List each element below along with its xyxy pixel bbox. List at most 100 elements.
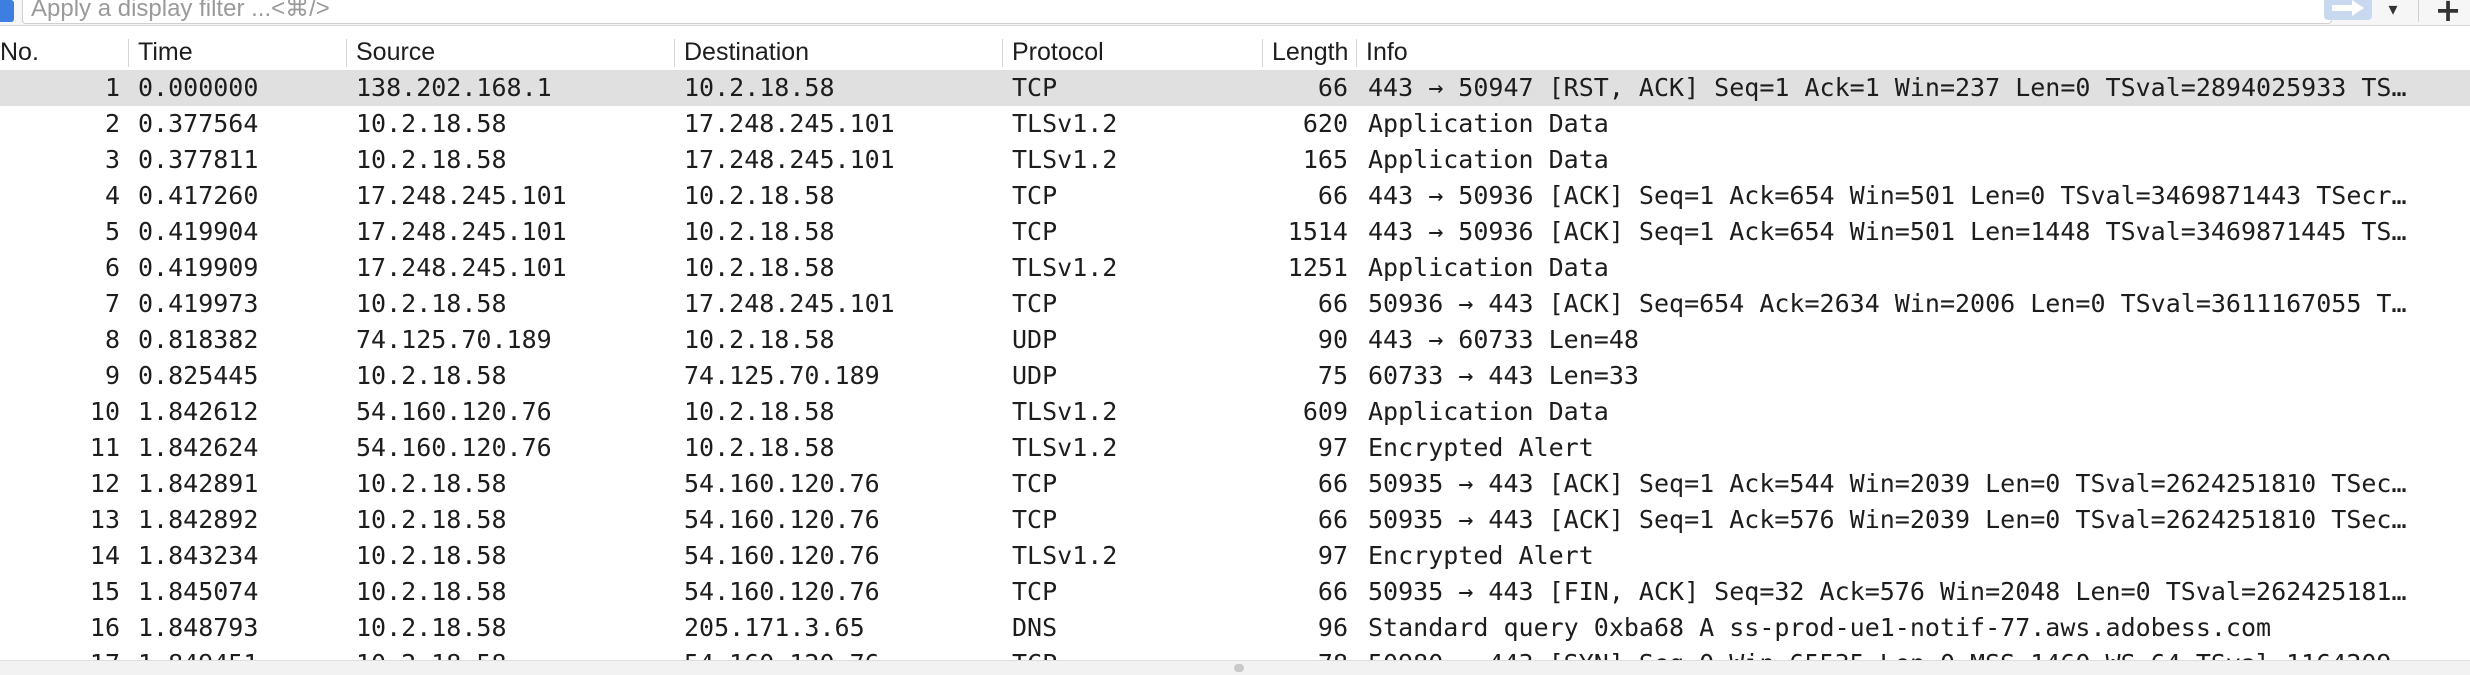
packet-source: 10.2.18.58 bbox=[356, 613, 507, 642]
packet-row[interactable]: 4 0.417260 17.248.245.101 10.2.18.58 TCP 66 44… bbox=[0, 178, 2470, 214]
display-filter-toolbar: Apply a display filter ...<⌘/> ▾ + bbox=[0, 0, 2470, 26]
packet-protocol: UDP bbox=[1012, 325, 1058, 354]
packet-time: 0.419904 bbox=[138, 217, 259, 246]
column-header-source[interactable]: Source bbox=[356, 33, 666, 71]
packet-protocol: TCP bbox=[1012, 217, 1058, 246]
packet-destination: 54.160.120.76 bbox=[684, 541, 880, 570]
packet-number: 3 bbox=[104, 145, 120, 174]
packet-length: 75 bbox=[1317, 361, 1348, 390]
packet-destination: 17.248.245.101 bbox=[684, 289, 895, 318]
filter-bookmark-icon[interactable] bbox=[0, 0, 14, 22]
column-header-time[interactable]: Time bbox=[138, 33, 338, 71]
packet-number: 1 bbox=[104, 73, 120, 102]
packet-destination: 10.2.18.58 bbox=[684, 433, 835, 462]
packet-number: 16 bbox=[89, 613, 120, 642]
packet-row[interactable]: 2 0.377564 10.2.18.58 17.248.245.101 TLSv1.2… bbox=[0, 106, 2470, 142]
packet-time: 0.377811 bbox=[138, 145, 259, 174]
packet-row[interactable]: 16 1.848793 10.2.18.58 205.171.3.65 DNS 96 Sta… bbox=[0, 610, 2470, 646]
chevron-down-icon: ▾ bbox=[2388, 0, 2398, 20]
packet-protocol: TLSv1.2 bbox=[1012, 253, 1118, 282]
packet-destination: 10.2.18.58 bbox=[684, 217, 835, 246]
packet-protocol: UDP bbox=[1012, 361, 1058, 390]
packet-row[interactable]: 9 0.825445 10.2.18.58 74.125.70.189 UDP 75 607… bbox=[0, 358, 2470, 394]
display-filter-input[interactable]: Apply a display filter ...<⌘/> bbox=[22, 0, 2332, 24]
column-header-length[interactable]: Length bbox=[1272, 33, 1352, 71]
scrollbar-thumb[interactable] bbox=[1234, 664, 1244, 672]
packet-row[interactable]: 1 0.000000 138.202.168.1 10.2.18.58 TCP 66 443… bbox=[0, 70, 2470, 106]
packet-source: 17.248.245.101 bbox=[356, 217, 567, 246]
packet-source: 138.202.168.1 bbox=[356, 73, 552, 102]
packet-row[interactable]: 14 1.843234 10.2.18.58 54.160.120.76 TLSv1.2… bbox=[0, 538, 2470, 574]
column-resize-handle[interactable] bbox=[346, 39, 347, 67]
packet-number: 12 bbox=[89, 469, 120, 498]
packet-number: 7 bbox=[104, 289, 120, 318]
horizontal-scrollbar[interactable] bbox=[0, 660, 2470, 675]
packet-destination: 54.160.120.76 bbox=[684, 646, 994, 660]
packet-info: 443 → 50936 [ACK] Seq=1 Ack=654 Win=501 … bbox=[1368, 217, 2407, 246]
packet-time: 1.845074 bbox=[138, 577, 259, 606]
packet-length: 620 bbox=[1302, 109, 1348, 138]
packet-row[interactable]: 8 0.818382 74.125.70.189 10.2.18.58 UDP 90 443… bbox=[0, 322, 2470, 358]
packet-destination: 54.160.120.76 bbox=[684, 469, 880, 498]
packet-row[interactable]: 15 1.845074 10.2.18.58 54.160.120.76 TCP 66 50… bbox=[0, 574, 2470, 610]
packet-list: 1 0.000000 138.202.168.1 10.2.18.58 TCP 66 443… bbox=[0, 70, 2470, 660]
packet-destination: 10.2.18.58 bbox=[684, 73, 835, 102]
packet-protocol: TLSv1.2 bbox=[1012, 397, 1118, 426]
packet-number: 13 bbox=[89, 505, 120, 534]
packet-row[interactable]: 3 0.377811 10.2.18.58 17.248.245.101 TLSv1.2… bbox=[0, 142, 2470, 178]
packet-time: 0.417260 bbox=[138, 181, 259, 210]
packet-source: 10.2.18.58 bbox=[356, 289, 507, 318]
packet-source: 10.2.18.58 bbox=[356, 541, 507, 570]
filter-history-dropdown[interactable]: ▾ bbox=[2378, 0, 2408, 22]
packet-number: 5 bbox=[104, 217, 120, 246]
add-filter-button[interactable]: + bbox=[2430, 0, 2466, 26]
packet-number: 4 bbox=[104, 181, 120, 210]
packet-time: 0.419909 bbox=[138, 253, 259, 282]
packet-protocol: TCP bbox=[1012, 73, 1058, 102]
packet-protocol: TCP bbox=[1012, 646, 1262, 660]
packet-source: 10.2.18.58 bbox=[356, 646, 666, 660]
packet-length: 97 bbox=[1317, 433, 1348, 462]
column-header-no[interactable]: No. bbox=[0, 33, 120, 71]
packet-protocol: TLSv1.2 bbox=[1012, 145, 1118, 174]
packet-time: 1.842892 bbox=[138, 505, 259, 534]
packet-info: Application Data bbox=[1368, 253, 1609, 282]
packet-time: 0.825445 bbox=[138, 361, 259, 390]
packet-row[interactable]: 5 0.419904 17.248.245.101 10.2.18.58 TCP 1514… bbox=[0, 214, 2470, 250]
packet-length: 90 bbox=[1317, 325, 1348, 354]
packet-info: Encrypted Alert bbox=[1368, 541, 1594, 570]
packet-row[interactable]: 6 0.419909 17.248.245.101 10.2.18.58 TLSv1.2… bbox=[0, 250, 2470, 286]
packet-source: 54.160.120.76 bbox=[356, 397, 552, 426]
column-resize-handle[interactable] bbox=[1356, 39, 1357, 67]
packet-length: 66 bbox=[1317, 73, 1348, 102]
packet-time: 1.843234 bbox=[138, 541, 259, 570]
display-filter-placeholder: Apply a display filter ...<⌘/> bbox=[31, 0, 330, 22]
column-header-protocol[interactable]: Protocol bbox=[1012, 33, 1262, 71]
packet-time: 1.842624 bbox=[138, 433, 259, 462]
packet-list-header: No. Time Source Destination Protocol Len… bbox=[0, 33, 2470, 72]
apply-filter-button[interactable] bbox=[2324, 0, 2372, 20]
column-header-destination[interactable]: Destination bbox=[684, 33, 994, 71]
packet-number: 8 bbox=[104, 325, 120, 354]
packet-number: 10 bbox=[89, 397, 120, 426]
column-resize-handle[interactable] bbox=[1262, 39, 1263, 67]
packet-row[interactable]: 12 1.842891 10.2.18.58 54.160.120.76 TCP 66 50… bbox=[0, 466, 2470, 502]
packet-row[interactable]: 7 0.419973 10.2.18.58 17.248.245.101 TCP 66 50… bbox=[0, 286, 2470, 322]
column-resize-handle[interactable] bbox=[128, 39, 129, 67]
packet-destination: 205.171.3.65 bbox=[684, 613, 865, 642]
column-resize-handle[interactable] bbox=[674, 39, 675, 67]
packet-destination: 10.2.18.58 bbox=[684, 253, 835, 282]
column-header-info[interactable]: Info bbox=[1366, 33, 1566, 71]
packet-row[interactable]: 11 1.842624 54.160.120.76 10.2.18.58 TLSv1.2… bbox=[0, 430, 2470, 466]
packet-length: 97 bbox=[1317, 541, 1348, 570]
packet-protocol: TCP bbox=[1012, 469, 1058, 498]
packet-destination: 74.125.70.189 bbox=[684, 361, 880, 390]
packet-row[interactable]: 13 1.842892 10.2.18.58 54.160.120.76 TCP 66 50… bbox=[0, 502, 2470, 538]
column-resize-handle[interactable] bbox=[1002, 39, 1003, 67]
packet-length: 96 bbox=[1317, 613, 1348, 642]
packet-length: 66 bbox=[1317, 469, 1348, 498]
packet-info: Standard query 0xba68 A ss-prod-ue1-noti… bbox=[1368, 613, 2272, 642]
packet-protocol: TLSv1.2 bbox=[1012, 541, 1118, 570]
packet-row[interactable]: 10 1.842612 54.160.120.76 10.2.18.58 TLSv1.2… bbox=[0, 394, 2470, 430]
packet-row[interactable]: 17 1.849451 10.2.18.58 54.160.120.76 TCP 78 50… bbox=[0, 646, 2470, 660]
